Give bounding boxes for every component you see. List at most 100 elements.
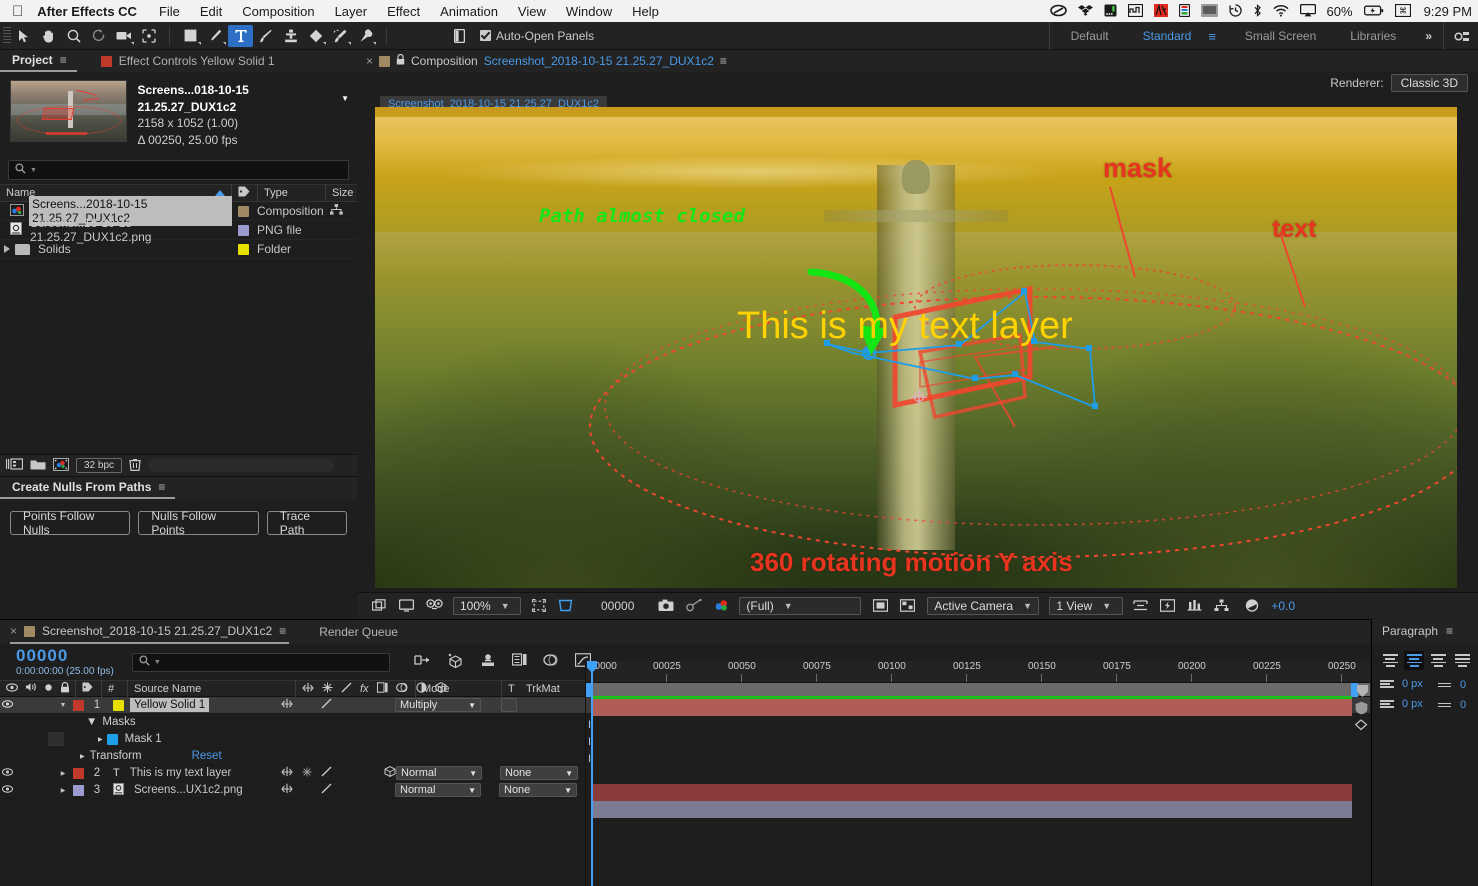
always-preview-icon[interactable] bbox=[366, 595, 393, 617]
brush-tool[interactable] bbox=[253, 25, 278, 47]
mode-select-box[interactable]: Normal ▼ bbox=[395, 783, 481, 797]
video-toggle-icon[interactable] bbox=[6, 682, 18, 695]
layer-bar-1[interactable] bbox=[591, 699, 1352, 716]
menu-composition[interactable]: Composition bbox=[232, 4, 324, 19]
project-search-input[interactable]: ▼ bbox=[8, 160, 349, 181]
app-red-icon[interactable] bbox=[1153, 3, 1168, 19]
lock-icon[interactable] bbox=[396, 53, 405, 68]
project-row-swatch[interactable] bbox=[238, 243, 249, 255]
toggle-mask-icon[interactable] bbox=[894, 595, 921, 617]
layer-source-name[interactable]: T This is my text layer bbox=[107, 766, 275, 780]
project-row-swatch[interactable] bbox=[238, 205, 249, 217]
trash-icon[interactable] bbox=[129, 458, 141, 474]
grid-guides-icon[interactable] bbox=[552, 595, 579, 617]
timemachine-icon[interactable] bbox=[1228, 3, 1242, 19]
anchor-switch-icon[interactable] bbox=[281, 783, 293, 797]
toolbar-grip[interactable] bbox=[3, 26, 11, 45]
layer-source-name[interactable]: Screens...UX1c2.png bbox=[107, 782, 275, 798]
workspace-menu-icon[interactable]: ≡ bbox=[1208, 29, 1228, 44]
column-type[interactable]: Type bbox=[258, 184, 326, 203]
menu-window[interactable]: Window bbox=[556, 4, 622, 19]
tab-effect-controls[interactable]: Effect Controls Yellow Solid 1 bbox=[77, 50, 285, 72]
exposure-value[interactable]: +0.0 bbox=[1265, 599, 1295, 613]
layer-trkmat-select[interactable]: None ▼ bbox=[499, 783, 585, 797]
colorsync-icon[interactable] bbox=[1178, 3, 1190, 19]
space-after-field[interactable]: 0 bbox=[1438, 699, 1466, 711]
quality-switch-icon[interactable] bbox=[321, 783, 332, 797]
tab-create-nulls[interactable]: Create Nulls From Paths ≡ bbox=[0, 477, 176, 499]
menu-effect[interactable]: Effect bbox=[377, 4, 430, 19]
layer-bar-3[interactable] bbox=[591, 801, 1352, 818]
tab-project[interactable]: Project ≡ bbox=[0, 50, 77, 72]
airplay-icon[interactable] bbox=[1299, 3, 1316, 19]
menu-view[interactable]: View bbox=[508, 4, 556, 19]
mask1-twirl-icon[interactable]: ▶ bbox=[98, 736, 103, 743]
dropbox-icon[interactable] bbox=[1077, 4, 1093, 19]
layer-trkmat-select[interactable]: None ▼ bbox=[500, 766, 586, 780]
apple-icon[interactable]:  bbox=[0, 4, 37, 19]
project-thumbnail[interactable] bbox=[10, 80, 128, 142]
monitor-icon[interactable] bbox=[393, 595, 420, 617]
shape-tool[interactable] bbox=[178, 25, 203, 47]
keyboard-input-icon[interactable]: ⌘ bbox=[1394, 3, 1411, 19]
composition-mini-flowchart-icon[interactable] bbox=[414, 653, 431, 671]
new-folder-icon[interactable] bbox=[30, 458, 46, 474]
disclosure-triangle-icon[interactable] bbox=[4, 245, 10, 254]
frame-blending-icon[interactable] bbox=[511, 653, 527, 671]
drive-icon[interactable] bbox=[1104, 4, 1117, 19]
trkmat-empty-box[interactable] bbox=[501, 698, 517, 712]
timeline-icon[interactable] bbox=[1181, 595, 1208, 617]
current-time-display[interactable]: 00000 0:00:00:00 (25.00 fps) bbox=[0, 646, 114, 676]
zoom-tool[interactable] bbox=[61, 25, 86, 47]
open-panel-icon[interactable] bbox=[447, 25, 472, 47]
quality-switch-icon[interactable] bbox=[321, 766, 332, 780]
align-justify-button[interactable] bbox=[1452, 651, 1472, 670]
mode-select-box[interactable]: Multiply ▼ bbox=[395, 698, 481, 712]
camera-snapshot-icon[interactable] bbox=[652, 595, 680, 617]
align-right-button[interactable] bbox=[1428, 651, 1448, 670]
workspace-standard[interactable]: Standard bbox=[1126, 29, 1209, 43]
column-label[interactable] bbox=[232, 184, 258, 203]
video-toggle-icon[interactable] bbox=[0, 784, 14, 796]
timeline-track-area[interactable]: 00000 00025 00050 00075 00100 00125 0015… bbox=[585, 661, 1370, 886]
menu-edit[interactable]: Edit bbox=[190, 4, 232, 19]
viewer-timecode[interactable]: 00000 bbox=[579, 599, 644, 613]
hand-tool[interactable] bbox=[36, 25, 61, 47]
channels-icon[interactable] bbox=[708, 595, 735, 617]
composition-name[interactable]: Screenshot_2018-10-15 21.25.27_DUX1c2 bbox=[484, 54, 714, 68]
mask-color-swatch[interactable] bbox=[106, 733, 118, 745]
close-icon[interactable]: × bbox=[366, 54, 373, 68]
trkmat-select-box[interactable]: None ▼ bbox=[499, 783, 577, 797]
video-toggle-icon[interactable] bbox=[0, 767, 14, 779]
video-toggle-icon[interactable] bbox=[0, 699, 14, 711]
layer-twirl-icon[interactable]: ▶ bbox=[56, 787, 70, 794]
project-row-folder[interactable]: Solids Folder bbox=[0, 240, 357, 260]
layer-mode-select[interactable]: Normal ▼ bbox=[396, 766, 482, 780]
layer-twirl-icon[interactable]: ▼ bbox=[56, 702, 70, 709]
panel-menu-icon[interactable]: ≡ bbox=[279, 624, 286, 638]
close-icon[interactable]: × bbox=[10, 624, 17, 638]
layer-trkmat-cell[interactable] bbox=[499, 698, 585, 712]
wifi-icon[interactable] bbox=[1273, 4, 1289, 19]
anchor-switch-icon[interactable] bbox=[281, 766, 293, 780]
search-dropdown-icon[interactable]: ▼ bbox=[30, 167, 37, 174]
draft-3d-icon[interactable] bbox=[447, 653, 464, 672]
resolution-select[interactable]: (Full) ▼ bbox=[739, 596, 862, 615]
renderer-button[interactable]: Classic 3D bbox=[1390, 74, 1468, 92]
space-before-field[interactable]: 0 bbox=[1438, 679, 1466, 691]
composition-canvas-wrapper[interactable]: mask text 360 rotating motion Y axis Pat… bbox=[375, 107, 1457, 588]
workspace-default[interactable]: Default bbox=[1054, 29, 1126, 43]
panel-menu-icon[interactable]: ≡ bbox=[720, 54, 727, 68]
text-layer-content[interactable]: This is my text layer bbox=[737, 305, 1073, 348]
roto-brush-tool[interactable] bbox=[328, 25, 353, 47]
masks-twirl-icon[interactable]: ▼ bbox=[86, 716, 97, 728]
search-dropdown-icon[interactable]: ▼ bbox=[154, 659, 161, 666]
clone-stamp-tool[interactable] bbox=[278, 25, 303, 47]
trkmat-select-box[interactable]: None ▼ bbox=[500, 766, 578, 780]
audio-toggle-icon[interactable] bbox=[25, 682, 37, 695]
puppet-pin-tool[interactable] bbox=[353, 25, 378, 47]
auto-open-panels-toggle[interactable]: Auto-Open Panels bbox=[480, 29, 594, 43]
source-name-header[interactable]: Source Name bbox=[128, 680, 296, 697]
panel-menu-icon[interactable]: ≡ bbox=[1446, 624, 1453, 638]
region-of-interest-icon[interactable] bbox=[526, 595, 552, 617]
